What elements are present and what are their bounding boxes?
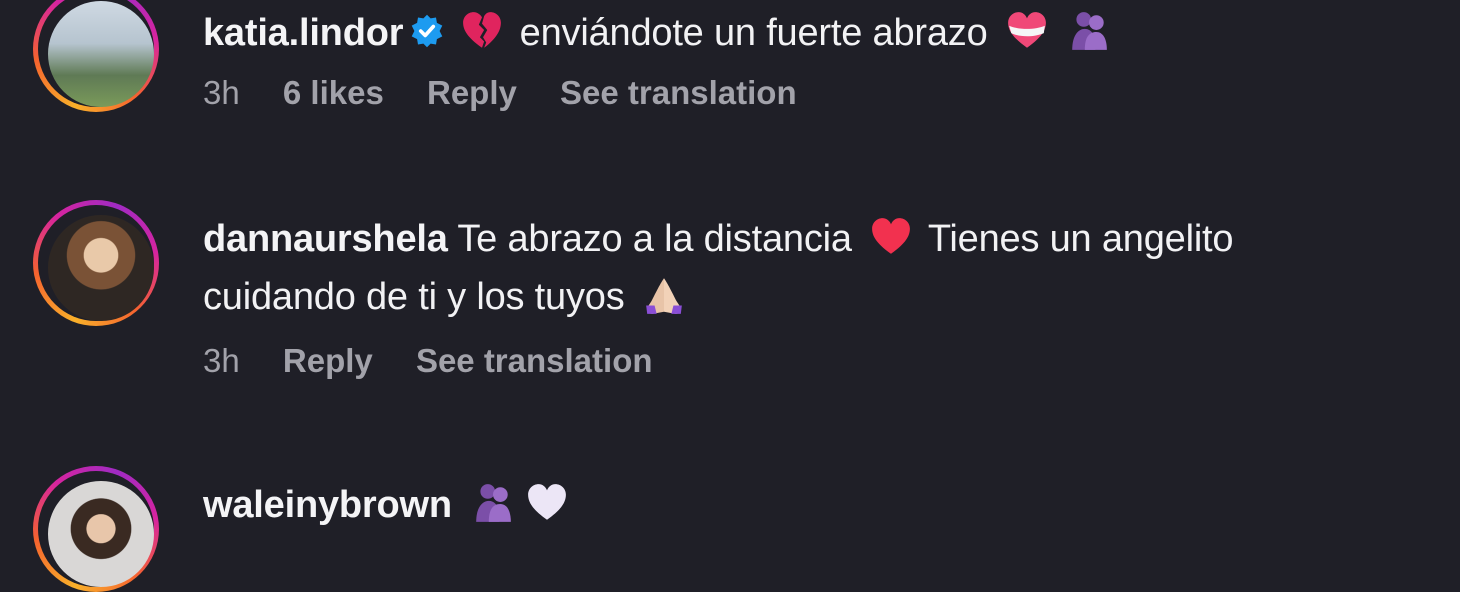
- avatar[interactable]: [33, 0, 159, 112]
- comment-text-part-3: cuidando de ti y los tuyos: [203, 276, 625, 318]
- comment-text-part-1: Te abrazo a la distancia: [457, 218, 852, 260]
- comment-time: 3h: [203, 342, 240, 379]
- reply-button[interactable]: Reply: [427, 74, 517, 111]
- comment-username[interactable]: waleinybrown: [203, 484, 452, 526]
- see-translation-button[interactable]: See translation: [416, 342, 653, 379]
- comment-text-part-2: Tienes un angelito: [927, 218, 1234, 260]
- broken-heart-icon: [463, 12, 502, 48]
- comment-meta: 3h 6 likes Reply See translation: [203, 74, 1400, 112]
- comment-username[interactable]: dannaurshela: [203, 218, 448, 260]
- folded-hands-icon: [645, 278, 682, 314]
- verified-badge-icon: [412, 14, 443, 48]
- avatar[interactable]: [33, 466, 159, 592]
- comment-text: enviándote un fuerte abrazo: [519, 12, 988, 54]
- comment-username[interactable]: katia.lindor: [203, 12, 404, 54]
- people-hugging-icon: [1071, 12, 1107, 50]
- avatar[interactable]: [33, 200, 159, 326]
- comment-time: 3h: [203, 74, 240, 111]
- see-translation-button[interactable]: See translation: [560, 74, 797, 111]
- heart-with-ribbon-icon: [1007, 12, 1046, 48]
- reply-button[interactable]: Reply: [283, 342, 373, 379]
- comment-meta: 3h Reply See translation: [203, 342, 1400, 380]
- people-hugging-icon: [476, 484, 511, 522]
- white-heart-icon: [527, 484, 566, 520]
- comment-likes[interactable]: 6 likes: [283, 74, 384, 111]
- red-heart-icon: [871, 218, 910, 254]
